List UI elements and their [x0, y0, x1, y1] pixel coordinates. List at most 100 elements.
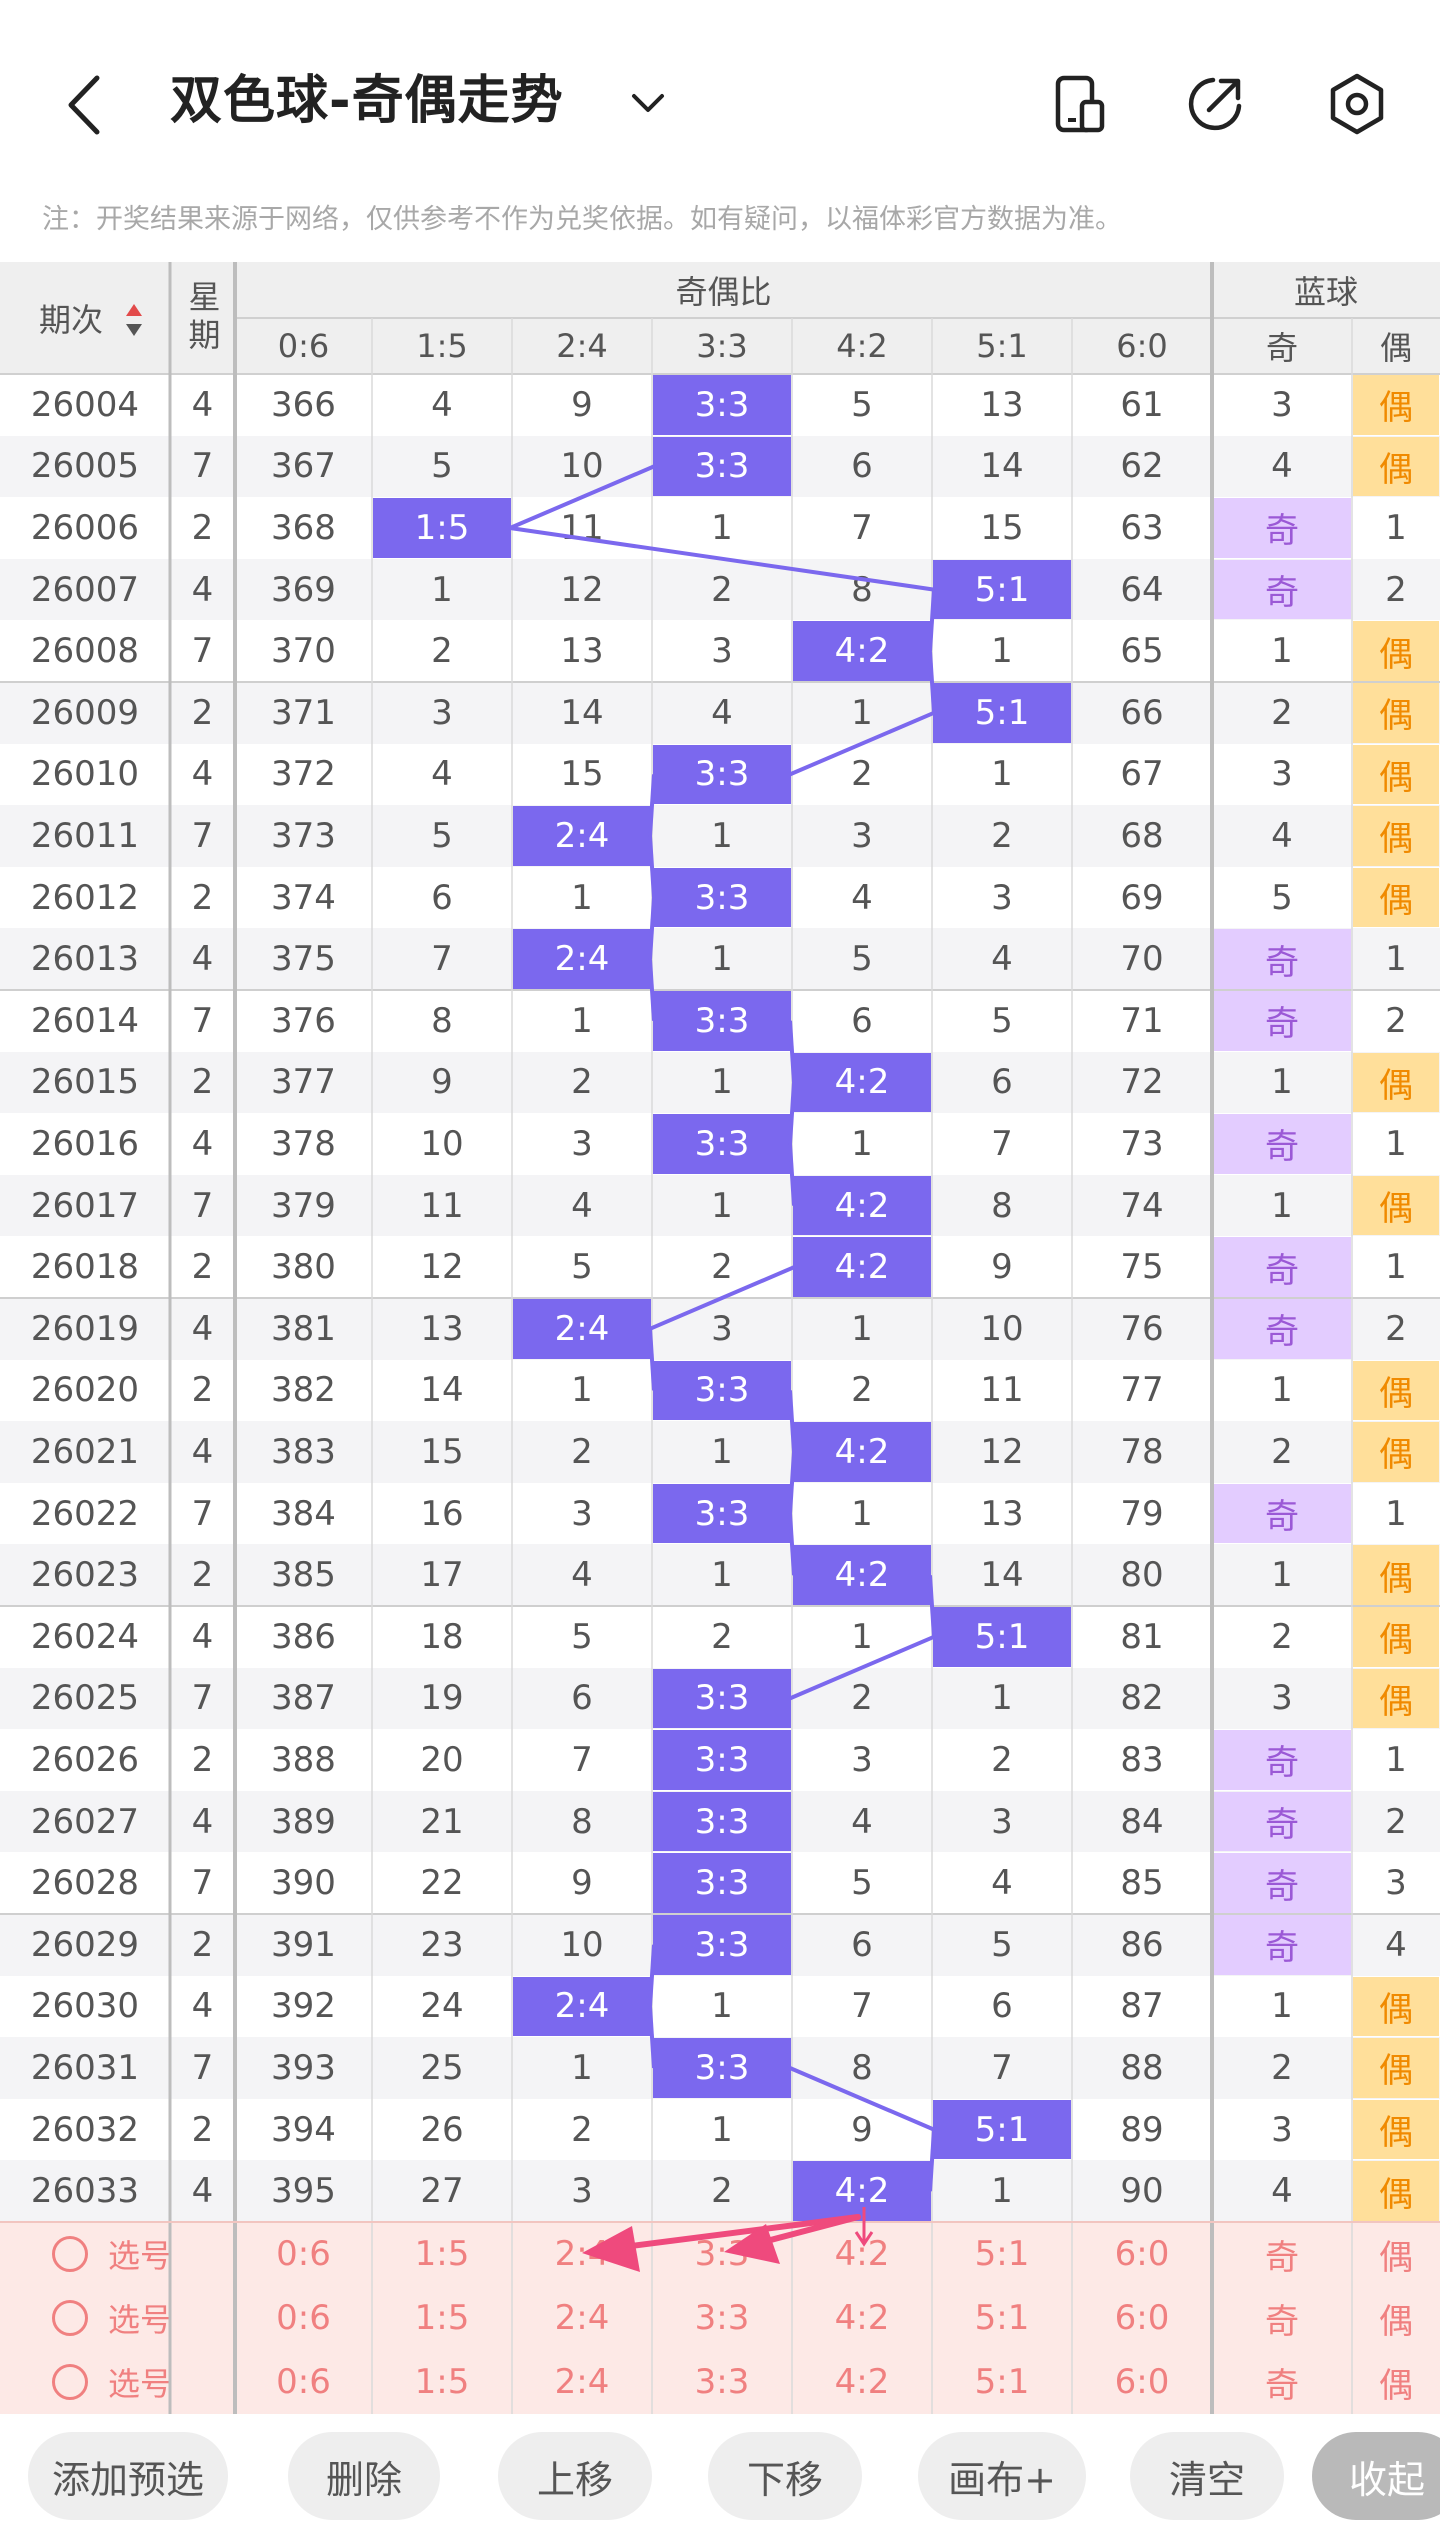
header-period[interactable]: 期次 [0, 262, 142, 374]
week-cell: 4 [191, 939, 214, 980]
header-ratio-col[interactable]: 5:1 [932, 318, 1072, 374]
circle-select-icon[interactable] [52, 2300, 88, 2336]
ratio-miss-count-cell: 20 [420, 1739, 464, 1780]
pick-ratio-option[interactable]: 1:5 [372, 2350, 512, 2414]
pick-ratio-option[interactable]: 5:1 [932, 2222, 1072, 2286]
blue-miss-count-cell: 1 [1385, 507, 1407, 548]
blue-miss-count-cell: 3 [1271, 384, 1293, 425]
header-blue-col[interactable]: 偶 [1352, 318, 1440, 374]
header-ratio-col[interactable]: 0:6 [235, 318, 372, 374]
header-ratio-col[interactable]: 1:5 [372, 318, 512, 374]
ratio-miss-count-cell: 379 [271, 1185, 336, 1226]
pick-blue-option[interactable]: 偶 [1352, 2222, 1440, 2286]
week-cell: 2 [191, 1924, 214, 1965]
pick-label: 选号 [108, 2301, 173, 2339]
ratio-miss-count-cell: 389 [271, 1801, 336, 1842]
canvas-plus-button[interactable]: 画布+ [918, 2432, 1086, 2520]
pick-select-toggle[interactable]: 选号 [0, 2286, 235, 2350]
sort-icon[interactable] [124, 302, 144, 338]
header-ratio-col[interactable]: 3:3 [652, 318, 792, 374]
blue-miss-count-cell: 1 [1385, 1247, 1407, 1288]
pick-ratio-option[interactable]: 3:3 [652, 2350, 792, 2414]
ratio-miss-count-cell: 7 [431, 939, 453, 980]
pick-ratio-option[interactable]: 6:0 [1072, 2286, 1212, 2350]
ratio-miss-count-cell: 369 [271, 569, 336, 610]
week-cell: 4 [191, 1616, 214, 1657]
blue-miss-count-cell: 2 [1385, 1308, 1407, 1349]
phone-icon[interactable] [1048, 72, 1112, 136]
share-icon[interactable] [1183, 72, 1247, 136]
ratio-hit-cell: 5:1 [933, 2099, 1071, 2160]
header-ratio-col[interactable]: 4:2 [792, 318, 932, 374]
settings-icon[interactable] [1323, 70, 1391, 138]
ratio-miss-count-cell: 78 [1120, 1431, 1164, 1472]
pick-ratio-option[interactable]: 0:6 [235, 2222, 372, 2286]
ratio-miss-count-cell: 10 [560, 1924, 604, 1965]
pick-ratio-option[interactable]: 4:2 [792, 2222, 932, 2286]
pick-ratio-option[interactable]: 2:4 [512, 2286, 652, 2350]
collapse-button[interactable]: 收起 [1312, 2432, 1440, 2520]
pick-ratio-option[interactable]: 2:4 [512, 2350, 652, 2414]
pick-ratio-option[interactable]: 0:6 [235, 2350, 372, 2414]
header-ratio-col[interactable]: 2:4 [512, 318, 652, 374]
move-up-button[interactable]: 上移 [498, 2432, 652, 2520]
delete-button[interactable]: 删除 [288, 2432, 440, 2520]
chevron-down-icon[interactable] [628, 88, 668, 118]
ratio-miss-count-cell: 1 [991, 1678, 1013, 1719]
page-title[interactable]: 双色球-奇偶走势 [170, 66, 564, 136]
pick-ratio-option[interactable]: 5:1 [932, 2350, 1072, 2414]
week-cell: 7 [191, 815, 214, 856]
pick-blue-option[interactable]: 偶 [1352, 2350, 1440, 2414]
ratio-hit-cell: 5:1 [933, 559, 1071, 620]
pick-ratio-option[interactable]: 1:5 [372, 2222, 512, 2286]
pick-ratio-option[interactable]: 4:2 [792, 2350, 932, 2414]
add-preselect-button[interactable]: 添加预选 [28, 2432, 228, 2520]
blue-miss-count-cell: 1 [1271, 1370, 1293, 1411]
ratio-miss-count-cell: 19 [420, 1678, 464, 1719]
pick-blue-option[interactable]: 奇 [1212, 2222, 1352, 2286]
week-cell: 2 [191, 1247, 214, 1288]
ratio-miss-count-cell: 3 [711, 1308, 733, 1349]
clear-button[interactable]: 清空 [1130, 2432, 1284, 2520]
ratio-miss-count-cell: 1 [571, 1370, 593, 1411]
ratio-miss-count-cell: 371 [271, 692, 336, 733]
pick-ratio-option[interactable]: 6:0 [1072, 2222, 1212, 2286]
circle-select-icon[interactable] [52, 2364, 88, 2400]
circle-select-icon[interactable] [52, 2236, 88, 2272]
period-cell: 26015 [30, 1062, 140, 1103]
pick-ratio-option[interactable]: 6:0 [1072, 2350, 1212, 2414]
pick-select-toggle[interactable]: 选号 [0, 2350, 235, 2414]
ratio-miss-count-cell: 14 [560, 692, 604, 733]
pick-select-toggle[interactable]: 选号 [0, 2222, 235, 2286]
ratio-miss-count-cell: 8 [851, 2047, 873, 2088]
blue-miss-count-cell: 4 [1271, 815, 1293, 856]
period-cell: 26018 [30, 1247, 140, 1288]
pick-ratio-option[interactable]: 1:5 [372, 2286, 512, 2350]
pick-blue-option[interactable]: 奇 [1212, 2286, 1352, 2350]
back-icon[interactable] [55, 70, 115, 140]
pick-ratio-option[interactable]: 3:3 [652, 2286, 792, 2350]
ratio-miss-count-cell: 88 [1120, 2047, 1164, 2088]
pick-blue-option[interactable]: 偶 [1352, 2286, 1440, 2350]
period-cell: 26013 [30, 939, 140, 980]
ratio-miss-count-cell: 5 [991, 1924, 1013, 1965]
ratio-miss-count-cell: 2 [851, 1678, 873, 1719]
header-blue-col[interactable]: 奇 [1212, 318, 1352, 374]
week-cell: 4 [191, 569, 214, 610]
pick-ratio-option[interactable]: 4:2 [792, 2286, 932, 2350]
pick-blue-option[interactable]: 奇 [1212, 2350, 1352, 2414]
ratio-miss-count-cell: 67 [1120, 754, 1164, 795]
week-cell: 2 [191, 877, 214, 918]
period-cell: 26026 [30, 1739, 140, 1780]
pick-ratio-option[interactable]: 5:1 [932, 2286, 1072, 2350]
pick-ratio-option[interactable]: 0:6 [235, 2286, 372, 2350]
header-odd-even-ratio: 奇偶比 [675, 273, 772, 311]
ratio-miss-count-cell: 3 [991, 877, 1013, 918]
header-ratio-col[interactable]: 6:0 [1072, 318, 1212, 374]
move-down-button[interactable]: 下移 [708, 2432, 862, 2520]
ratio-miss-count-cell: 13 [980, 384, 1024, 425]
pick-ratio-option[interactable]: 2:4 [512, 2222, 652, 2286]
ratio-miss-count-cell: 4 [431, 384, 453, 425]
blue-hit-cell: 偶 [1353, 1668, 1439, 1729]
pick-ratio-option[interactable]: 3:3 [652, 2222, 792, 2286]
